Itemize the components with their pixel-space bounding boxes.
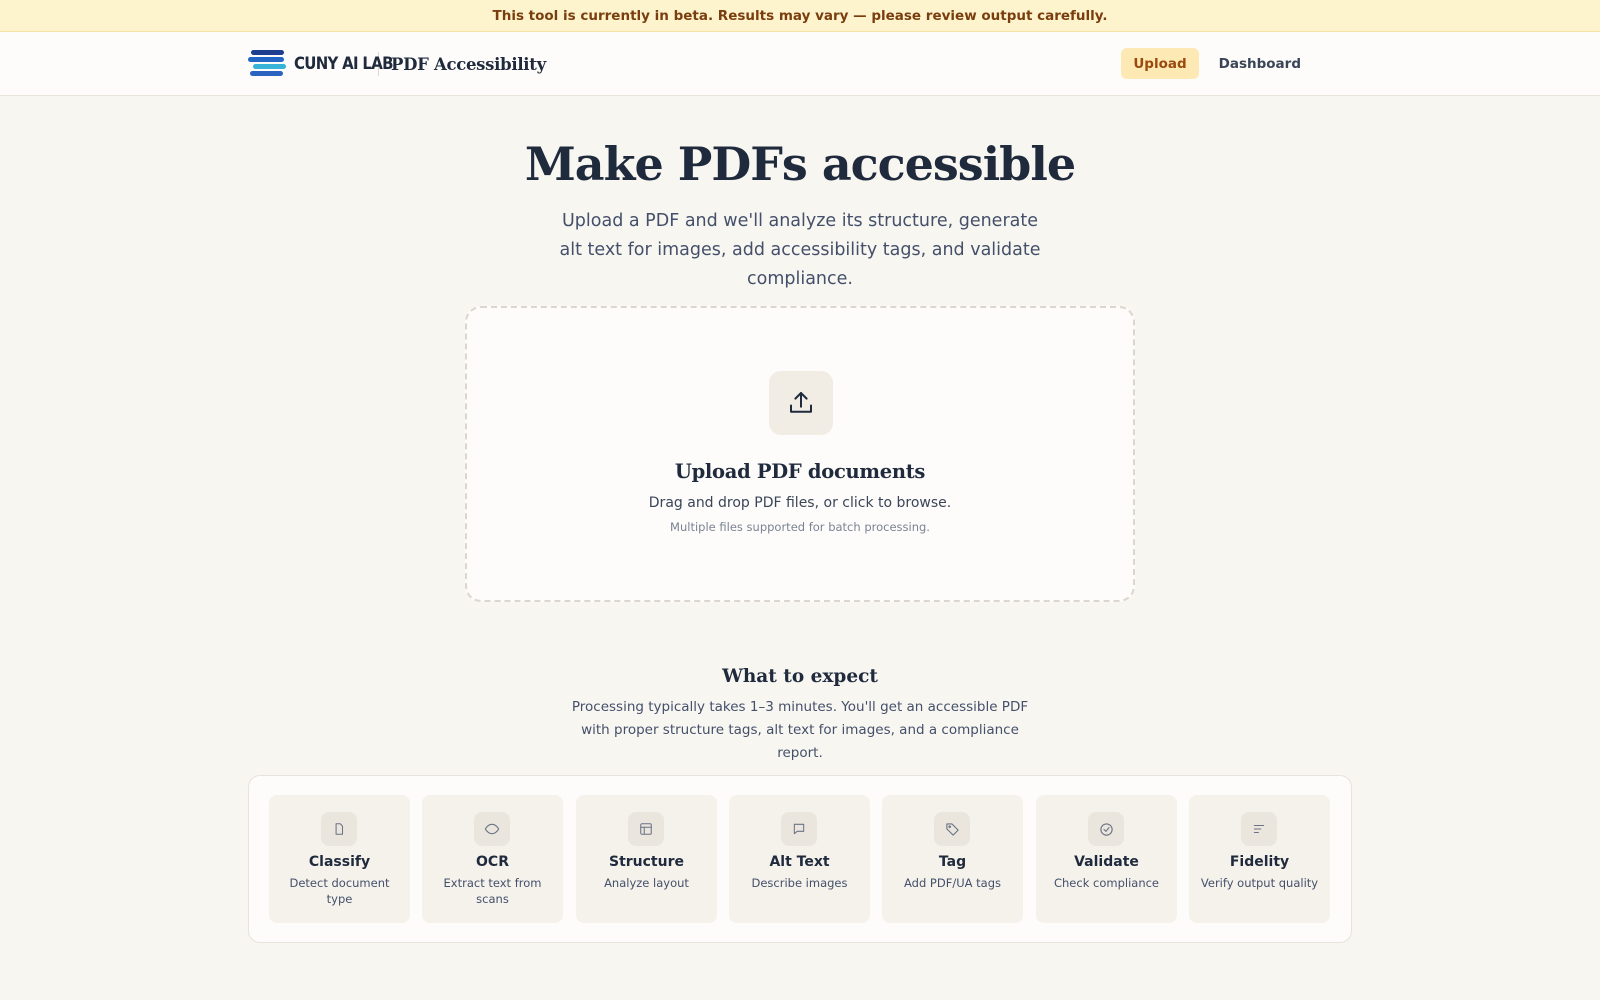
dropzone-title: Upload PDF documents bbox=[674, 460, 926, 483]
step-name: Validate bbox=[1074, 854, 1139, 870]
step-fidelity: Fidelity Verify output quality bbox=[1189, 795, 1330, 923]
step-description: Extract text from scans bbox=[443, 876, 542, 906]
step-alt-text: Alt Text Describe images bbox=[729, 795, 870, 923]
expect-description: Processing typically takes 1–3 minutes. … bbox=[571, 699, 1029, 761]
upload-icon bbox=[769, 371, 833, 435]
nav-upload[interactable]: Upload bbox=[1121, 48, 1199, 79]
cuny-logo-icon bbox=[248, 49, 286, 79]
beta-banner: This tool is currently in beta. Results … bbox=[0, 0, 1600, 32]
main-nav: Upload Dashboard bbox=[1121, 48, 1313, 79]
upload-dropzone[interactable]: Upload PDF documents Drag and drop PDF f… bbox=[465, 306, 1135, 602]
step-description: Analyze layout bbox=[604, 876, 689, 890]
step-description: Describe images bbox=[751, 876, 848, 890]
message-icon bbox=[781, 812, 817, 846]
step-name: Classify bbox=[308, 854, 371, 870]
check-circle-icon bbox=[1088, 812, 1124, 846]
step-name: Alt Text bbox=[769, 854, 830, 870]
step-name: Structure bbox=[608, 854, 684, 870]
site-header: CUNY AI LAB PDF Accessibility Upload Das… bbox=[0, 32, 1600, 96]
beta-banner-text: This tool is currently in beta. Results … bbox=[492, 7, 1108, 24]
step-description: Add PDF/UA tags bbox=[904, 876, 1001, 890]
step-structure: Structure Analyze layout bbox=[576, 795, 717, 923]
step-ocr: OCR Extract text from scans bbox=[422, 795, 563, 923]
layout-icon bbox=[628, 812, 664, 846]
lines-icon bbox=[1241, 812, 1277, 846]
step-validate: Validate Check compliance bbox=[1036, 795, 1177, 923]
brand[interactable]: CUNY AI LAB PDF Accessibility bbox=[248, 49, 546, 79]
tag-icon bbox=[934, 812, 970, 846]
dropzone-instructions: Drag and drop PDF files, or click to bro… bbox=[648, 495, 952, 511]
step-classify: Classify Detect document type bbox=[269, 795, 410, 923]
step-tag: Tag Add PDF/UA tags bbox=[882, 795, 1023, 923]
step-name: OCR bbox=[476, 854, 509, 870]
app-title: PDF Accessibility bbox=[391, 54, 546, 74]
page-subtitle: Upload a PDF and we'll analyze its struc… bbox=[559, 211, 1041, 289]
step-description: Check compliance bbox=[1053, 876, 1160, 890]
step-name: Fidelity bbox=[1229, 854, 1290, 870]
dropzone-note: Multiple files supported for batch proce… bbox=[670, 520, 930, 534]
step-name: Tag bbox=[938, 854, 967, 870]
step-description: Verify output quality bbox=[1200, 876, 1319, 890]
expect-title: What to expect bbox=[722, 666, 878, 687]
page-title: Make PDFs accessible bbox=[524, 137, 1076, 191]
logo-text: CUNY AI LAB bbox=[294, 54, 394, 74]
step-description: Detect document type bbox=[289, 876, 390, 906]
eye-icon bbox=[474, 812, 510, 846]
nav-dashboard[interactable]: Dashboard bbox=[1207, 48, 1313, 79]
pipeline-steps-card: Classify Detect document type OCR Extrac… bbox=[248, 775, 1352, 943]
document-icon bbox=[321, 812, 357, 846]
